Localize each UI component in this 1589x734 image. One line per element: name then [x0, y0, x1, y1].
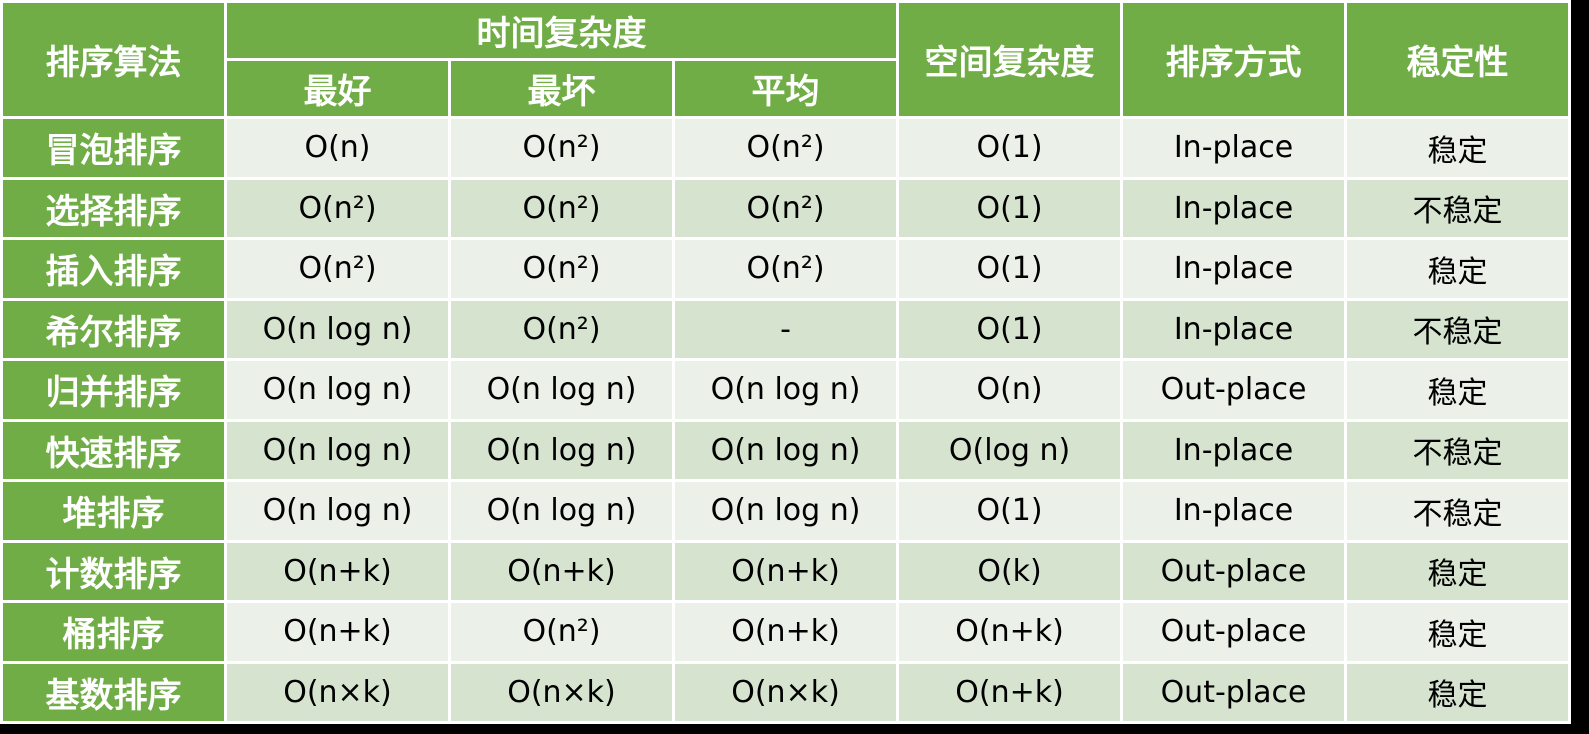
- algorithm-name: 计数排序: [0, 539, 227, 603]
- algorithm-name: 桶排序: [0, 600, 227, 664]
- worst-complexity: O(n×k): [448, 660, 675, 724]
- table-row: 基数排序 O(n×k) O(n×k) O(n×k) O(n+k) Out-pla…: [0, 660, 1572, 724]
- space-complexity: O(n+k): [896, 660, 1124, 724]
- table-row: 归并排序 O(n log n) O(n log n) O(n log n) O(…: [0, 358, 1572, 422]
- space-complexity: O(1): [896, 297, 1124, 361]
- worst-complexity: O(n²): [448, 116, 675, 180]
- worst-complexity: O(n log n): [448, 418, 675, 482]
- table-row: 希尔排序 O(n log n) O(n²) - O(1) In-place 不稳…: [0, 297, 1572, 361]
- sort-mode: In-place: [1120, 297, 1348, 361]
- average-complexity: O(n+k): [671, 539, 900, 603]
- sort-mode: In-place: [1120, 418, 1348, 482]
- average-complexity: O(n+k): [671, 600, 900, 664]
- best-complexity: O(n+k): [224, 600, 451, 664]
- sort-mode: Out-place: [1120, 600, 1348, 664]
- sort-mode: In-place: [1120, 176, 1348, 240]
- worst-complexity: O(n²): [448, 297, 675, 361]
- header-best: 最好: [224, 58, 451, 119]
- header-worst: 最坏: [448, 58, 675, 119]
- algorithm-name: 归并排序: [0, 358, 227, 422]
- space-complexity: O(1): [896, 237, 1124, 301]
- space-complexity: O(1): [896, 116, 1124, 180]
- sort-mode: Out-place: [1120, 358, 1348, 422]
- sort-mode: In-place: [1120, 479, 1348, 543]
- average-complexity: O(n log n): [671, 418, 900, 482]
- best-complexity: O(n×k): [224, 660, 451, 724]
- header-algorithm: 排序算法: [0, 0, 227, 119]
- sort-mode: Out-place: [1120, 539, 1348, 603]
- header-time-complexity: 时间复杂度: [223, 0, 900, 61]
- stability: 稳定: [1344, 660, 1572, 724]
- space-complexity: O(n+k): [896, 600, 1124, 664]
- stability: 不稳定: [1344, 479, 1572, 543]
- sort-mode: In-place: [1120, 116, 1348, 180]
- best-complexity: O(n²): [224, 237, 451, 301]
- table-row: 冒泡排序 O(n) O(n²) O(n²) O(1) In-place 稳定: [0, 116, 1572, 180]
- table-row: 堆排序 O(n log n) O(n log n) O(n log n) O(1…: [0, 479, 1572, 543]
- best-complexity: O(n log n): [224, 418, 451, 482]
- best-complexity: O(n log n): [224, 358, 451, 422]
- space-complexity: O(1): [896, 479, 1124, 543]
- stability: 不稳定: [1344, 176, 1572, 240]
- stability: 不稳定: [1344, 418, 1572, 482]
- space-complexity: O(n): [896, 358, 1124, 422]
- table-row: 插入排序 O(n²) O(n²) O(n²) O(1) In-place 稳定: [0, 237, 1572, 301]
- table-row: 计数排序 O(n+k) O(n+k) O(n+k) O(k) Out-place…: [0, 539, 1572, 603]
- header-stability: 稳定性: [1344, 0, 1572, 119]
- best-complexity: O(n²): [224, 176, 451, 240]
- sorting-complexity-table: 排序算法 时间复杂度 空间复杂度 排序方式 稳定性 最好 最坏 平均 冒泡排序 …: [0, 0, 1572, 724]
- header-row-top: 排序算法 时间复杂度 空间复杂度 排序方式 稳定性: [0, 0, 1572, 119]
- table-row: 快速排序 O(n log n) O(n log n) O(n log n) O(…: [0, 418, 1572, 482]
- worst-complexity: O(n²): [448, 600, 675, 664]
- stability: 稳定: [1344, 237, 1572, 301]
- stability: 不稳定: [1344, 297, 1572, 361]
- average-complexity: O(n log n): [671, 358, 900, 422]
- algorithm-name: 堆排序: [0, 479, 227, 543]
- worst-complexity: O(n log n): [448, 479, 675, 543]
- stability: 稳定: [1344, 600, 1572, 664]
- average-complexity: O(n×k): [671, 660, 900, 724]
- worst-complexity: O(n²): [448, 176, 675, 240]
- sort-mode: In-place: [1120, 237, 1348, 301]
- space-complexity: O(1): [896, 176, 1124, 240]
- sort-mode: Out-place: [1120, 660, 1348, 724]
- average-complexity: O(n log n): [671, 479, 900, 543]
- stability: 稳定: [1344, 358, 1572, 422]
- stability: 稳定: [1344, 116, 1572, 180]
- worst-complexity: O(n²): [448, 237, 675, 301]
- average-complexity: O(n²): [671, 176, 900, 240]
- table-row: 选择排序 O(n²) O(n²) O(n²) O(1) In-place 不稳定: [0, 176, 1572, 240]
- algorithm-name: 基数排序: [0, 660, 227, 724]
- stability: 稳定: [1344, 539, 1572, 603]
- header-space-complexity: 空间复杂度: [896, 0, 1124, 119]
- space-complexity: O(log n): [896, 418, 1124, 482]
- best-complexity: O(n): [224, 116, 451, 180]
- average-complexity: -: [671, 297, 900, 361]
- algorithm-name: 快速排序: [0, 418, 227, 482]
- space-complexity: O(k): [896, 539, 1124, 603]
- average-complexity: O(n²): [671, 116, 900, 180]
- header-average: 平均: [671, 58, 900, 119]
- average-complexity: O(n²): [671, 237, 900, 301]
- worst-complexity: O(n+k): [448, 539, 675, 603]
- table-row: 桶排序 O(n+k) O(n²) O(n+k) O(n+k) Out-place…: [0, 600, 1572, 664]
- best-complexity: O(n log n): [224, 297, 451, 361]
- best-complexity: O(n+k): [224, 539, 451, 603]
- algorithm-name: 选择排序: [0, 176, 227, 240]
- worst-complexity: O(n log n): [448, 358, 675, 422]
- algorithm-name: 冒泡排序: [0, 116, 227, 180]
- sorting-complexity-table-container: 排序算法 时间复杂度 空间复杂度 排序方式 稳定性 最好 最坏 平均 冒泡排序 …: [0, 0, 1572, 724]
- algorithm-name: 希尔排序: [0, 297, 227, 361]
- algorithm-name: 插入排序: [0, 237, 227, 301]
- best-complexity: O(n log n): [224, 479, 451, 543]
- header-sort-mode: 排序方式: [1120, 0, 1348, 119]
